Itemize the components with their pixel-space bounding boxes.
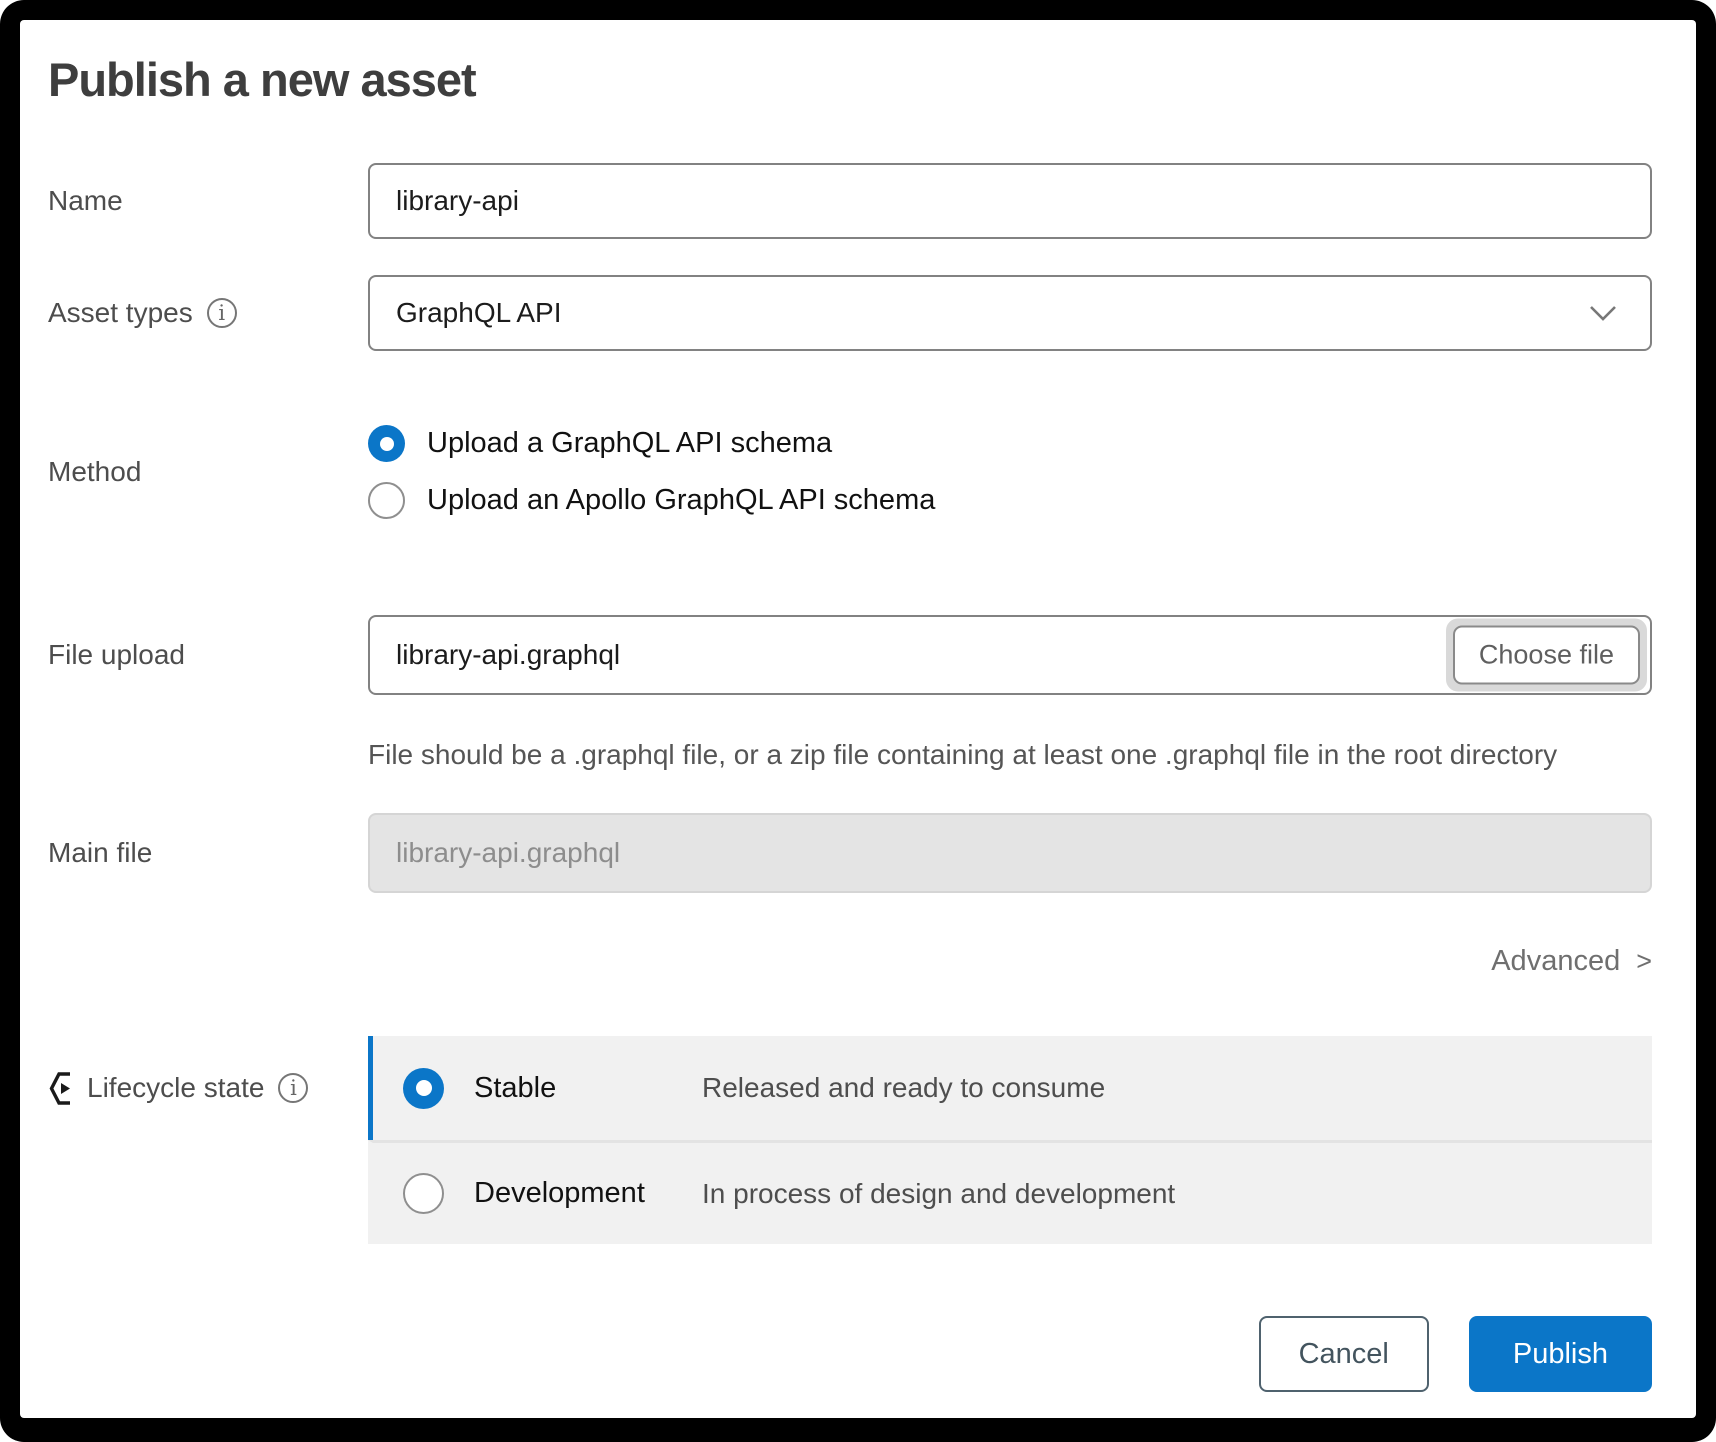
lifecycle-option-label: Stable	[474, 1072, 702, 1105]
advanced-link-label: Advanced	[1491, 945, 1620, 978]
info-icon[interactable]: i	[207, 298, 237, 328]
method-option-label: Upload a GraphQL API schema	[427, 427, 832, 460]
name-input[interactable]	[368, 163, 1652, 239]
file-upload-help-text: File should be a .graphql file, or a zip…	[368, 739, 1652, 771]
choose-file-button-halo: Choose file	[1446, 619, 1647, 692]
screenshot-frame: Publish a new asset Name Asset types i G…	[0, 0, 1716, 1442]
name-row: Name	[48, 163, 1652, 239]
lifecycle-option-stable[interactable]: Stable Released and ready to consume	[368, 1036, 1652, 1140]
method-option-graphql[interactable]: Upload a GraphQL API schema	[368, 425, 1652, 462]
method-option-apollo[interactable]: Upload an Apollo GraphQL API schema	[368, 482, 1652, 519]
cancel-button[interactable]: Cancel	[1259, 1316, 1429, 1392]
asset-types-label: Asset types	[48, 297, 193, 329]
radio-selected-icon[interactable]	[368, 425, 405, 462]
main-file-input	[368, 813, 1652, 893]
lifecycle-option-label: Development	[474, 1177, 702, 1210]
radio-selected-icon[interactable]	[403, 1068, 444, 1109]
choose-file-button[interactable]: Choose file	[1453, 626, 1640, 685]
lifecycle-option-description: Released and ready to consume	[702, 1072, 1105, 1104]
method-label: Method	[48, 456, 141, 488]
method-row: Method Upload a GraphQL API schema Uploa…	[48, 425, 1652, 519]
file-upload-row: File upload library-api.graphql Choose f…	[48, 615, 1652, 695]
lifecycle-state-row: Lifecycle state i Stable Released and re…	[48, 1036, 1652, 1244]
file-upload-filename: library-api.graphql	[396, 639, 620, 671]
info-icon[interactable]: i	[278, 1073, 308, 1103]
lifecycle-option-development[interactable]: Development In process of design and dev…	[368, 1140, 1652, 1244]
main-file-row: Main file	[48, 813, 1652, 893]
asset-types-selected-value: GraphQL API	[396, 297, 562, 329]
advanced-row: Advanced >	[48, 945, 1652, 978]
lifecycle-option-description: In process of design and development	[702, 1178, 1175, 1210]
radio-unselected-icon[interactable]	[368, 482, 405, 519]
asset-types-select[interactable]: GraphQL API	[368, 275, 1652, 351]
chevron-down-icon	[1588, 304, 1618, 322]
file-help-row: File should be a .graphql file, or a zip…	[48, 695, 1652, 813]
lifecycle-options-panel: Stable Released and ready to consume Dev…	[368, 1036, 1652, 1244]
lifecycle-state-label: Lifecycle state	[87, 1072, 264, 1104]
lifecycle-state-icon	[48, 1070, 75, 1107]
publish-asset-dialog: Publish a new asset Name Asset types i G…	[20, 20, 1696, 1418]
advanced-link[interactable]: Advanced >	[1491, 945, 1652, 978]
page-title: Publish a new asset	[48, 52, 1652, 107]
file-upload-label: File upload	[48, 639, 185, 671]
radio-unselected-icon[interactable]	[403, 1173, 444, 1214]
chevron-right-icon: >	[1636, 946, 1652, 977]
asset-types-row: Asset types i GraphQL API	[48, 275, 1652, 351]
name-label: Name	[48, 185, 123, 217]
method-option-label: Upload an Apollo GraphQL API schema	[427, 484, 935, 517]
main-file-label: Main file	[48, 837, 152, 869]
publish-button[interactable]: Publish	[1469, 1316, 1652, 1392]
dialog-actions: Cancel Publish	[48, 1316, 1652, 1392]
